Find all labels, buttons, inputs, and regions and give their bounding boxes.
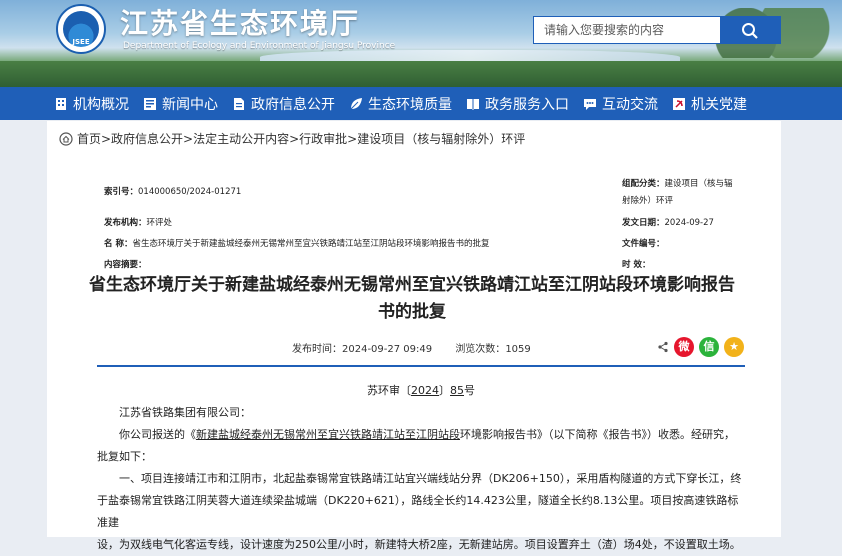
nav-item-about[interactable]: 机构概况 [0,87,136,120]
weibo-share-icon[interactable]: 微 [674,337,694,357]
nav-item-services[interactable]: 政务服务入口 [459,87,576,120]
meta-category: 组配分类：建设项目（核与辐 [622,179,733,189]
site-header: JSEE 江苏省生态环境厅 Department of Ecology and … [0,0,842,87]
search-button[interactable] [720,17,780,43]
meta-category-cont: 射除外）环评 [622,196,674,206]
nav-label: 互动交流 [602,96,658,113]
paragraph-1-cont: 批复如下： [97,450,152,463]
view-count: 浏览次数：1059 [455,344,531,355]
wechat-share-icon[interactable]: 信 [699,337,719,357]
nav-label: 机关党建 [691,96,747,113]
report-link[interactable]: 新建盐城经泰州无锡常州至宜兴铁路靖江站至江阴站段 [196,428,460,441]
search-box [533,16,781,44]
nav-label: 机构概况 [73,96,129,113]
article-body: 苏环审〔2024〕85号 江苏省铁路集团有限公司： 你公司报送的《新建盐城经泰州… [97,380,745,556]
nav-item-party[interactable]: 机关党建 [665,87,754,120]
paragraph-2: 一、项目连接靖江市和江阴市，北起盐泰锡常宜铁路靖江站宜兴端线站分界（DK206+… [119,472,742,485]
chat-icon [584,98,596,110]
meta-name: 名 称：省生态环境厅关于新建盐城经泰州无锡常州至宜兴铁路靖江站至江阴站段环境影响… [104,239,490,249]
header-banner-hills [0,61,842,87]
document-number: 苏环审〔2024〕85号 [367,384,475,397]
nav-label: 政府信息公开 [251,96,335,113]
search-icon [742,23,758,39]
main-nav: 机构概况 新闻中心 政府信息公开 生态环境质量 政务服务入口 互动交流 机关党建 [0,87,842,120]
nav-item-news[interactable]: 新闻中心 [136,87,225,120]
breadcrumb-text: 首页>政府信息公开>法定主动公开内容>行政审批>建设项目（核与辐射除外）环评 [77,132,526,146]
meta-validity: 时 效： [622,260,651,270]
breadcrumb[interactable]: 首页>政府信息公开>法定主动公开内容>行政审批>建设项目（核与辐射除外）环评 [59,130,525,147]
party-icon [673,97,685,110]
paragraph-1: 你公司报送的《新建盐城经泰州无锡常州至宜兴铁路靖江站至江阴站段环境影响报告书》（… [119,428,735,441]
nav-label: 新闻中心 [162,96,218,113]
home-icon [59,131,73,146]
meta-date: 发文日期：2024-09-27 [622,218,714,228]
meta-publisher: 发布机构：环评处 [104,218,173,228]
book-icon [467,98,479,110]
nav-item-info-disclosure[interactable]: 政府信息公开 [225,87,342,120]
logo-text: JSEE [72,38,90,46]
paragraph-2-line2: 于盐泰锡常宜铁路江阴芙蓉大道连续梁盐城端（DK220+621），路线全长约14.… [97,494,739,529]
nav-label: 政务服务入口 [485,96,569,113]
paragraph-2-line3: 设，为双线电气化客运专线，设计速度为250公里/小时，新建特大桥2座，无新建站房… [97,538,741,551]
article-title: 省生态环境厅关于新建盐城经泰州无锡常州至宜兴铁路靖江站至江阴站段环境影响报告书的… [89,275,735,322]
article-panel: 首页>政府信息公开>法定主动公开内容>行政审批>建设项目（核与辐射除外）环评 索… [47,121,781,551]
share-icon[interactable] [657,341,669,353]
search-input[interactable] [534,17,742,43]
doc-meta-table: 索引号：014000650/2024-01271 组配分类：建设项目（核与辐 射… [97,170,745,270]
publish-info: 发布时间：2024-09-27 09:49 浏览次数：1059 [292,340,551,355]
share-bar: 微 信 ★ [657,337,744,357]
building-icon [56,97,66,110]
qzone-share-icon[interactable]: ★ [724,337,744,357]
meta-doc-number: 文件编号： [622,239,665,249]
title-divider [97,365,745,367]
site-subtitle: Department of Ecology and Environment of… [123,41,396,51]
meta-summary: 内容摘要： [104,260,147,270]
site-logo[interactable]: JSEE [56,4,106,54]
nav-item-interaction[interactable]: 互动交流 [576,87,665,120]
document-icon [234,97,244,110]
salutation: 江苏省铁路集团有限公司： [119,406,251,419]
news-icon [144,97,156,110]
nav-label: 生态环境质量 [368,96,452,113]
meta-index: 索引号：014000650/2024-01271 [104,187,242,197]
publish-time: 发布时间：2024-09-27 09:49 [292,344,433,355]
leaf-icon [350,97,362,109]
nav-item-env-quality[interactable]: 生态环境质量 [342,87,459,120]
site-title[interactable]: 江苏省生态环境厅 [120,2,360,42]
